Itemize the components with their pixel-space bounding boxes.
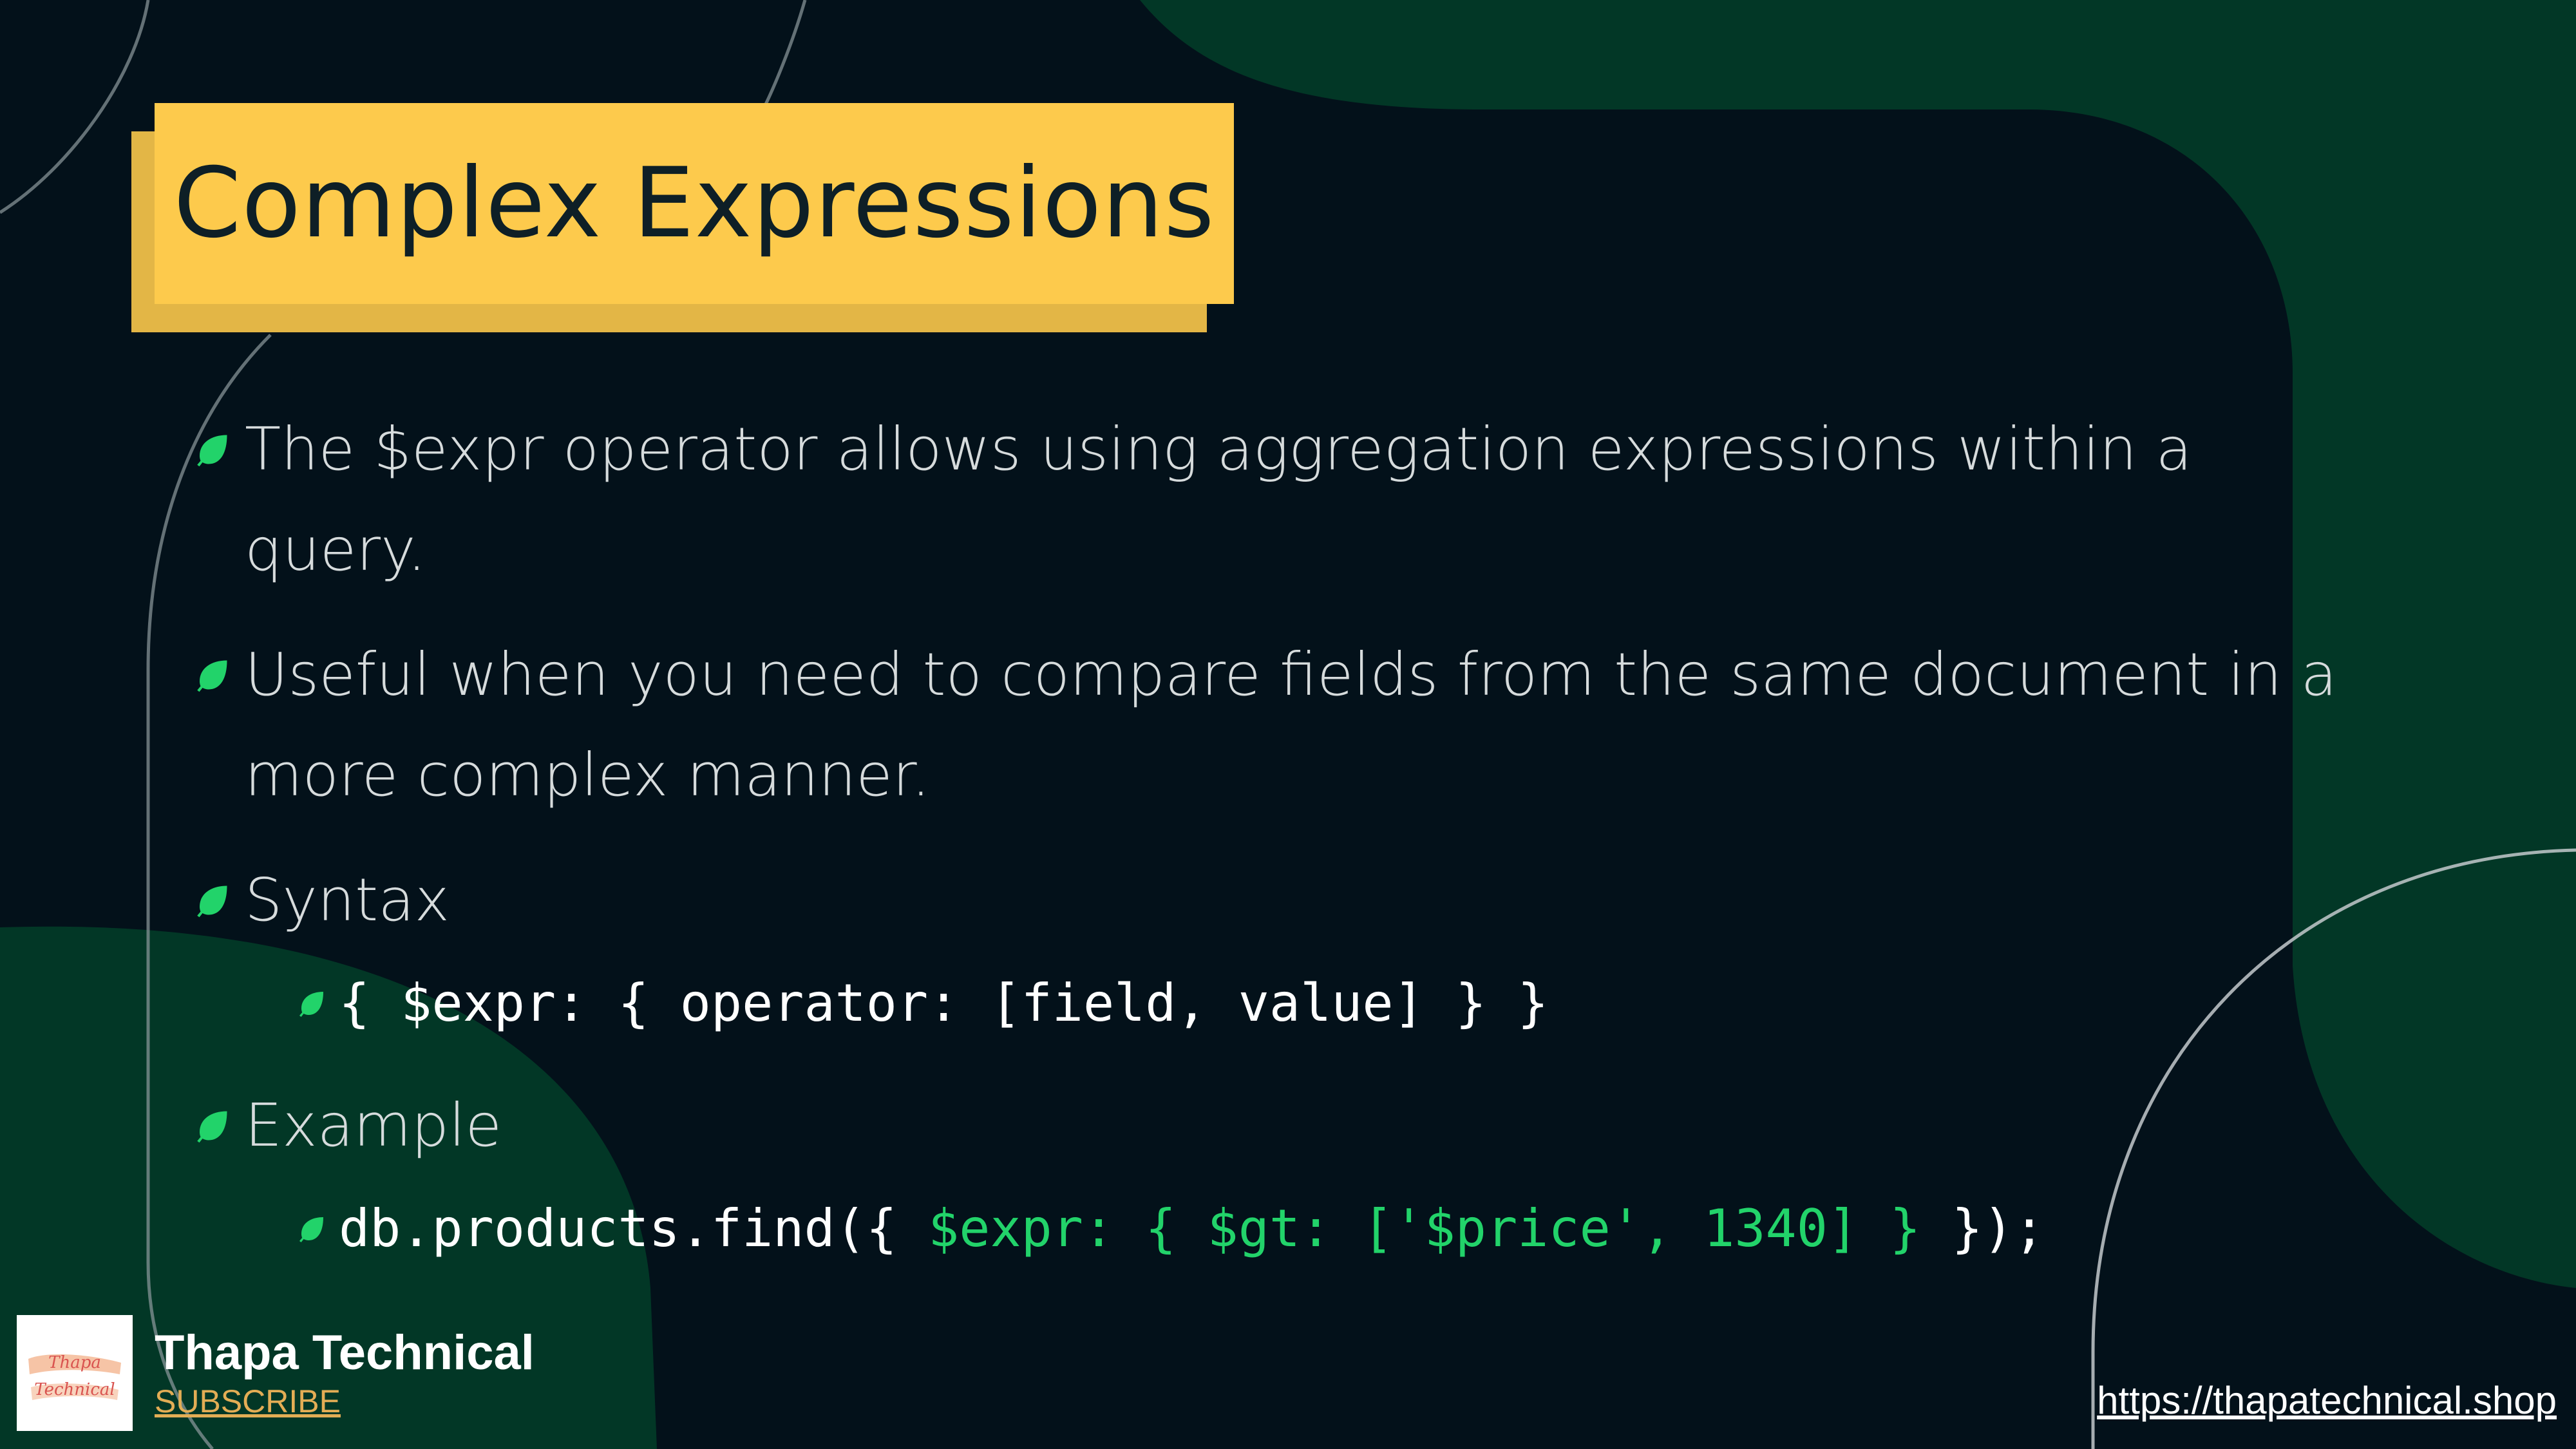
brand-logo[interactable]: Thapa Technical <box>17 1315 133 1431</box>
leaf-icon <box>197 886 227 918</box>
subscribe-link[interactable]: SUBSCRIBE <box>155 1381 535 1421</box>
bullet-text: Useful when you need to compare fields f… <box>245 640 2337 810</box>
arc-outline-top-left <box>0 0 150 214</box>
bullet-text: The $expr operator allows using aggregat… <box>245 415 2192 584</box>
syntax-code: { $expr: { operator: [field, value] } } <box>339 973 1549 1033</box>
bullet-text: Syntax <box>245 866 450 934</box>
slide: Complex Expressions The $expr operator a… <box>0 0 2576 1449</box>
example-code-line: db.products.find({ $expr: { $gt: ['$pric… <box>296 1197 2045 1261</box>
title-banner: Complex Expressions <box>131 103 1234 332</box>
brand-text: Thapa Technical SUBSCRIBE <box>155 1325 535 1421</box>
website-link[interactable]: https://thapatechnical.shop <box>2097 1378 2557 1423</box>
leaf-icon <box>197 1111 227 1143</box>
leaf-icon <box>197 660 227 692</box>
example-code-suffix: }); <box>1920 1198 2045 1258</box>
bullet-text: Example <box>245 1091 502 1160</box>
brand-logo-graphic: Thapa Technical <box>17 1315 133 1431</box>
brand-footer: Thapa Technical Thapa Technical SUBSCRIB… <box>17 1315 535 1431</box>
leaf-icon <box>197 435 227 467</box>
bullet-use-case: Useful when you need to compare fields f… <box>193 625 2383 826</box>
example-code-prefix: db.products.find({ <box>339 1198 929 1258</box>
syntax-code-line: { $expr: { operator: [field, value] } } <box>296 971 1548 1036</box>
brand-name: Thapa Technical <box>155 1325 535 1380</box>
leaf-icon <box>299 992 323 1017</box>
bullet-syntax: Syntax <box>193 850 450 951</box>
example-code-highlight: $expr: { $gt: ['$price', 1340] } <box>928 1198 1921 1258</box>
slide-title: Complex Expressions <box>173 147 1215 260</box>
svg-text:Technical: Technical <box>34 1380 115 1399</box>
leaf-icon <box>299 1217 323 1242</box>
bullet-example: Example <box>193 1075 502 1176</box>
arc-outline-top <box>761 0 807 111</box>
title-box: Complex Expressions <box>155 103 1234 304</box>
svg-text:Thapa: Thapa <box>48 1353 101 1372</box>
bullet-expr-description: The $expr operator allows using aggregat… <box>193 399 2383 600</box>
